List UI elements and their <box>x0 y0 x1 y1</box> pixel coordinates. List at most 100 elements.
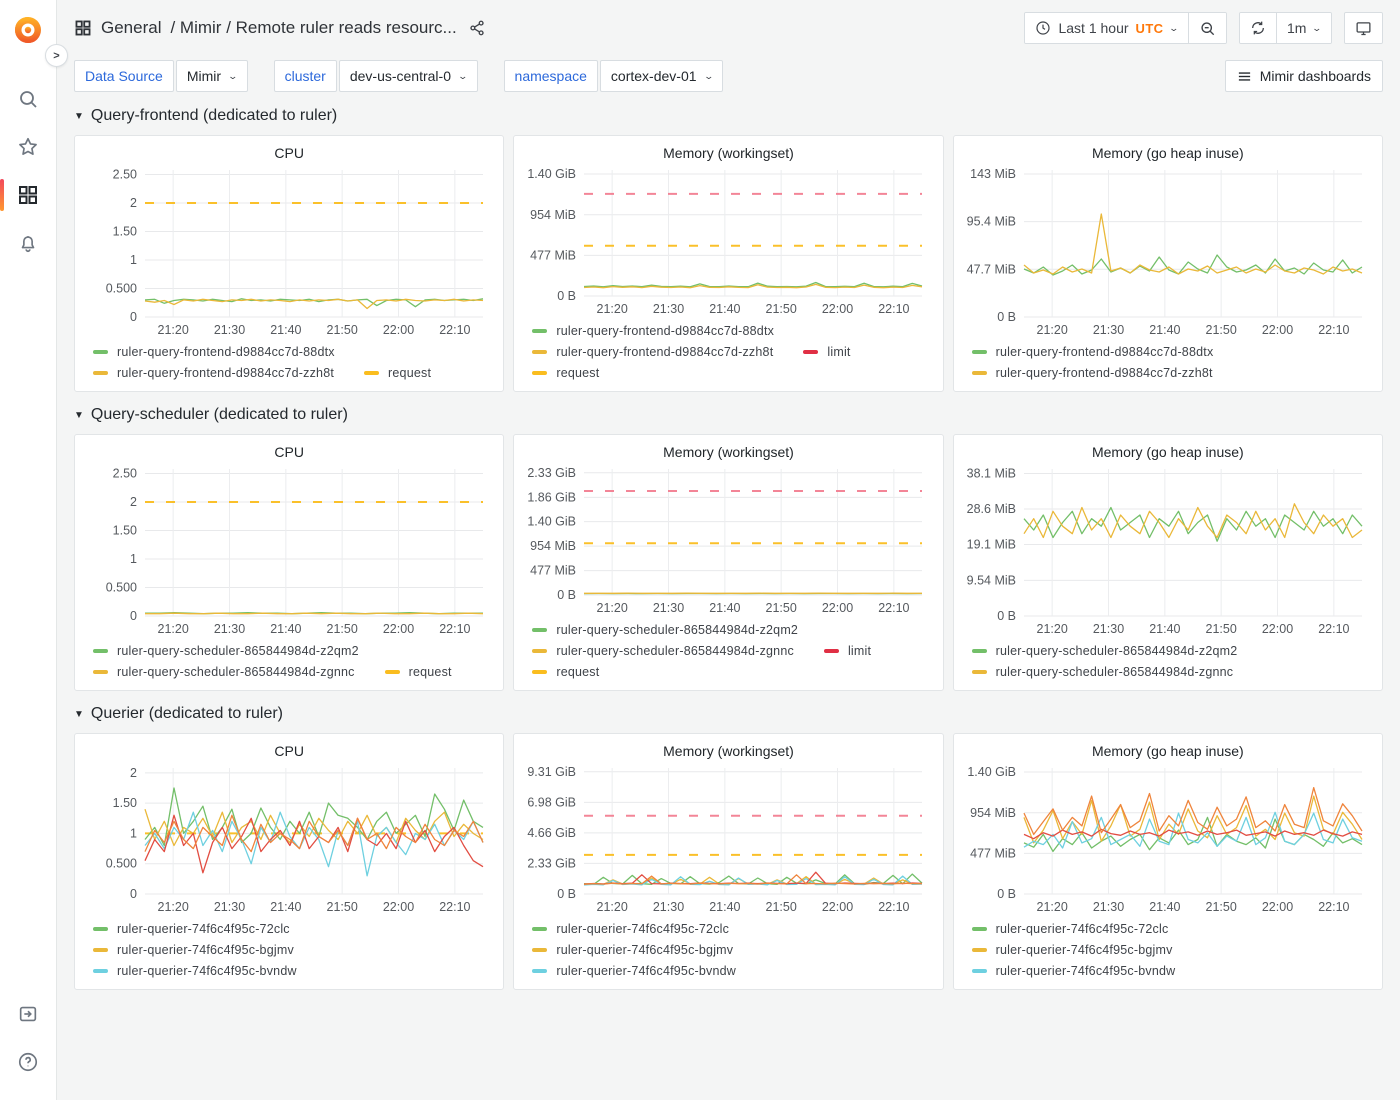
breadcrumb-root[interactable]: General <box>101 18 161 38</box>
legend-item[interactable]: ruler-query-frontend-d9884cc7d-88dtx <box>93 345 335 359</box>
chevron-down-icon: ⌄ <box>457 71 468 82</box>
sidebar-expand-button[interactable]: > <box>45 44 68 67</box>
kiosk-mode-button[interactable] <box>1345 13 1382 43</box>
panel-title[interactable]: CPU <box>83 142 495 164</box>
legend-item[interactable]: ruler-querier-74f6c4f95c-72clc <box>532 922 729 936</box>
time-series-chart[interactable]: 0 B477 MiB954 MiB1.40 GiB21:2021:3021:40… <box>962 762 1374 916</box>
panel-chart[interactable]: 00.50011.5022.5021:2021:3021:4021:5022:0… <box>83 463 495 638</box>
legend-item[interactable]: ruler-querier-74f6c4f95c-bvndw <box>93 964 297 978</box>
legend-item[interactable]: ruler-query-frontend-d9884cc7d-zzh8t <box>972 366 1213 380</box>
legend-item[interactable]: ruler-query-scheduler-865844984d-z2qm2 <box>532 623 798 637</box>
sidebar-item-help[interactable] <box>0 1038 56 1086</box>
legend-label: ruler-query-scheduler-865844984d-z2qm2 <box>996 644 1238 658</box>
panel-title[interactable]: CPU <box>83 740 495 762</box>
mimir-dashboards-button[interactable]: Mimir dashboards <box>1225 60 1383 92</box>
legend-item[interactable]: request <box>532 665 599 679</box>
legend-item[interactable]: request <box>385 665 452 679</box>
legend-line: ruler-query-scheduler-865844984d-z2qm2 <box>532 619 934 640</box>
legend-item[interactable]: ruler-query-frontend-d9884cc7d-88dtx <box>972 345 1214 359</box>
legend-item[interactable]: ruler-query-scheduler-865844984d-zgnnc <box>972 665 1234 679</box>
time-series-chart[interactable]: 0 B47.7 MiB95.4 MiB143 MiB21:2021:3021:4… <box>962 164 1374 339</box>
grafana-logo[interactable] <box>11 13 45 47</box>
legend-item[interactable]: ruler-query-scheduler-865844984d-zgnnc <box>93 665 355 679</box>
row-header[interactable]: ▼Query-scheduler (dedicated to ruler) <box>74 401 1383 429</box>
help-icon <box>17 1051 39 1073</box>
x-axis-tick-label: 22:10 <box>879 302 910 316</box>
legend-item[interactable]: ruler-querier-74f6c4f95c-72clc <box>93 922 290 936</box>
panel-chart[interactable]: 0 B477 MiB954 MiB1.40 GiB21:2021:3021:40… <box>522 164 934 318</box>
y-axis-tick-label: 0.500 <box>106 581 137 595</box>
x-axis-tick-label: 22:10 <box>1318 622 1349 636</box>
legend-item[interactable]: ruler-querier-74f6c4f95c-bgjmv <box>93 943 294 957</box>
time-series-chart[interactable]: 00.50011.50221:2021:3021:4021:5022:0022:… <box>83 762 495 916</box>
panel-chart[interactable]: 0 B477 MiB954 MiB1.40 GiB21:2021:3021:40… <box>962 762 1374 916</box>
time-series-chart[interactable]: 00.50011.5022.5021:2021:3021:4021:5022:0… <box>83 463 495 638</box>
legend-swatch <box>532 350 547 354</box>
refresh-button[interactable] <box>1240 13 1276 43</box>
legend-item[interactable]: limit <box>803 345 850 359</box>
legend-item[interactable]: ruler-query-frontend-d9884cc7d-zzh8t <box>532 345 773 359</box>
legend-item[interactable]: ruler-querier-74f6c4f95c-bgjmv <box>532 943 733 957</box>
legend-line: request <box>532 661 934 682</box>
legend-label: ruler-query-frontend-d9884cc7d-zzh8t <box>117 366 334 380</box>
sidebar-item-starred[interactable] <box>0 123 56 171</box>
breadcrumb-path[interactable]: / Mimir / Remote ruler reads resourc... <box>170 18 456 38</box>
sidebar-item-search[interactable] <box>0 75 56 123</box>
panel-cpu: CPU00.50011.50221:2021:3021:4021:5022:00… <box>74 733 504 990</box>
legend-swatch <box>364 371 379 375</box>
variable-label[interactable]: cluster <box>274 60 337 92</box>
panel-chart[interactable]: 0 B2.33 GiB4.66 GiB6.98 GiB9.31 GiB21:20… <box>522 762 934 916</box>
row-header[interactable]: ▼Querier (dedicated to ruler) <box>74 700 1383 728</box>
panel-chart[interactable]: 00.50011.50221:2021:3021:4021:5022:0022:… <box>83 762 495 916</box>
sidebar-item-sign-in[interactable] <box>0 990 56 1038</box>
time-series-chart[interactable]: 0 B2.33 GiB4.66 GiB6.98 GiB9.31 GiB21:20… <box>522 762 934 916</box>
legend-item[interactable]: ruler-query-frontend-d9884cc7d-88dtx <box>532 324 774 338</box>
panel-chart[interactable]: 0 B9.54 MiB19.1 MiB28.6 MiB38.1 MiB21:20… <box>962 463 1374 638</box>
panel-title[interactable]: Memory (workingset) <box>522 740 934 762</box>
legend-item[interactable]: ruler-query-frontend-d9884cc7d-zzh8t <box>93 366 334 380</box>
x-axis-tick-label: 22:00 <box>383 900 414 914</box>
panel-title[interactable]: CPU <box>83 441 495 463</box>
row-title: Query-frontend (dedicated to ruler) <box>91 107 337 125</box>
series-line <box>145 613 483 614</box>
variable-label[interactable]: Data Source <box>74 60 174 92</box>
y-axis-tick-label: 1.50 <box>113 524 137 538</box>
time-series-chart[interactable]: 0 B9.54 MiB19.1 MiB28.6 MiB38.1 MiB21:20… <box>962 463 1374 638</box>
legend-item[interactable]: ruler-query-scheduler-865844984d-zgnnc <box>532 644 794 658</box>
y-axis-tick-label: 0 <box>130 310 137 324</box>
sidebar-item-dashboards[interactable] <box>0 171 56 219</box>
panel-chart[interactable]: 0 B47.7 MiB95.4 MiB143 MiB21:2021:3021:4… <box>962 164 1374 339</box>
refresh-interval-picker[interactable]: 1m ⌄ <box>1276 13 1331 43</box>
panel-title[interactable]: Memory (workingset) <box>522 441 934 463</box>
legend-item[interactable]: ruler-query-scheduler-865844984d-z2qm2 <box>93 644 359 658</box>
panel-chart[interactable]: 00.50011.5022.5021:2021:3021:4021:5022:0… <box>83 164 495 339</box>
legend-item[interactable]: request <box>532 366 599 380</box>
zoom-out-button[interactable] <box>1188 13 1226 43</box>
panel-title[interactable]: Memory (go heap inuse) <box>962 441 1374 463</box>
legend-item[interactable]: ruler-querier-74f6c4f95c-bvndw <box>972 964 1176 978</box>
variable-label[interactable]: namespace <box>504 60 598 92</box>
share-button[interactable] <box>466 17 488 39</box>
variable-value-dropdown[interactable]: cortex-dev-01⌄ <box>600 60 723 92</box>
panel-chart[interactable]: 0 B477 MiB954 MiB1.40 GiB1.86 GiB2.33 Gi… <box>522 463 934 617</box>
panel-title[interactable]: Memory (workingset) <box>522 142 934 164</box>
panel-title[interactable]: Memory (go heap inuse) <box>962 142 1374 164</box>
legend-item[interactable]: ruler-querier-74f6c4f95c-bvndw <box>532 964 736 978</box>
x-axis-tick-label: 21:50 <box>766 601 797 615</box>
variable-value-dropdown[interactable]: Mimir⌄ <box>176 60 248 92</box>
legend-item[interactable]: request <box>364 366 431 380</box>
legend-line: ruler-query-frontend-d9884cc7d-zzh8t limi… <box>532 341 934 362</box>
legend-line: ruler-query-frontend-d9884cc7d-88dtx <box>532 320 934 341</box>
sidebar-item-alerting[interactable] <box>0 219 56 267</box>
panel-title[interactable]: Memory (go heap inuse) <box>962 740 1374 762</box>
legend-item[interactable]: ruler-query-scheduler-865844984d-z2qm2 <box>972 644 1238 658</box>
legend-item[interactable]: ruler-querier-74f6c4f95c-bgjmv <box>972 943 1173 957</box>
time-series-chart[interactable]: 0 B477 MiB954 MiB1.40 GiB21:2021:3021:40… <box>522 164 934 318</box>
legend-item[interactable]: limit <box>824 644 871 658</box>
row-header[interactable]: ▼Query-frontend (dedicated to ruler) <box>74 102 1383 130</box>
legend-item[interactable]: ruler-querier-74f6c4f95c-72clc <box>972 922 1169 936</box>
time-series-chart[interactable]: 00.50011.5022.5021:2021:3021:4021:5022:0… <box>83 164 495 339</box>
time-range-picker[interactable]: Last 1 hour UTC ⌄ <box>1025 13 1188 43</box>
time-series-chart[interactable]: 0 B477 MiB954 MiB1.40 GiB1.86 GiB2.33 Gi… <box>522 463 934 617</box>
variable-value-dropdown[interactable]: dev-us-central-0⌄ <box>339 60 478 92</box>
